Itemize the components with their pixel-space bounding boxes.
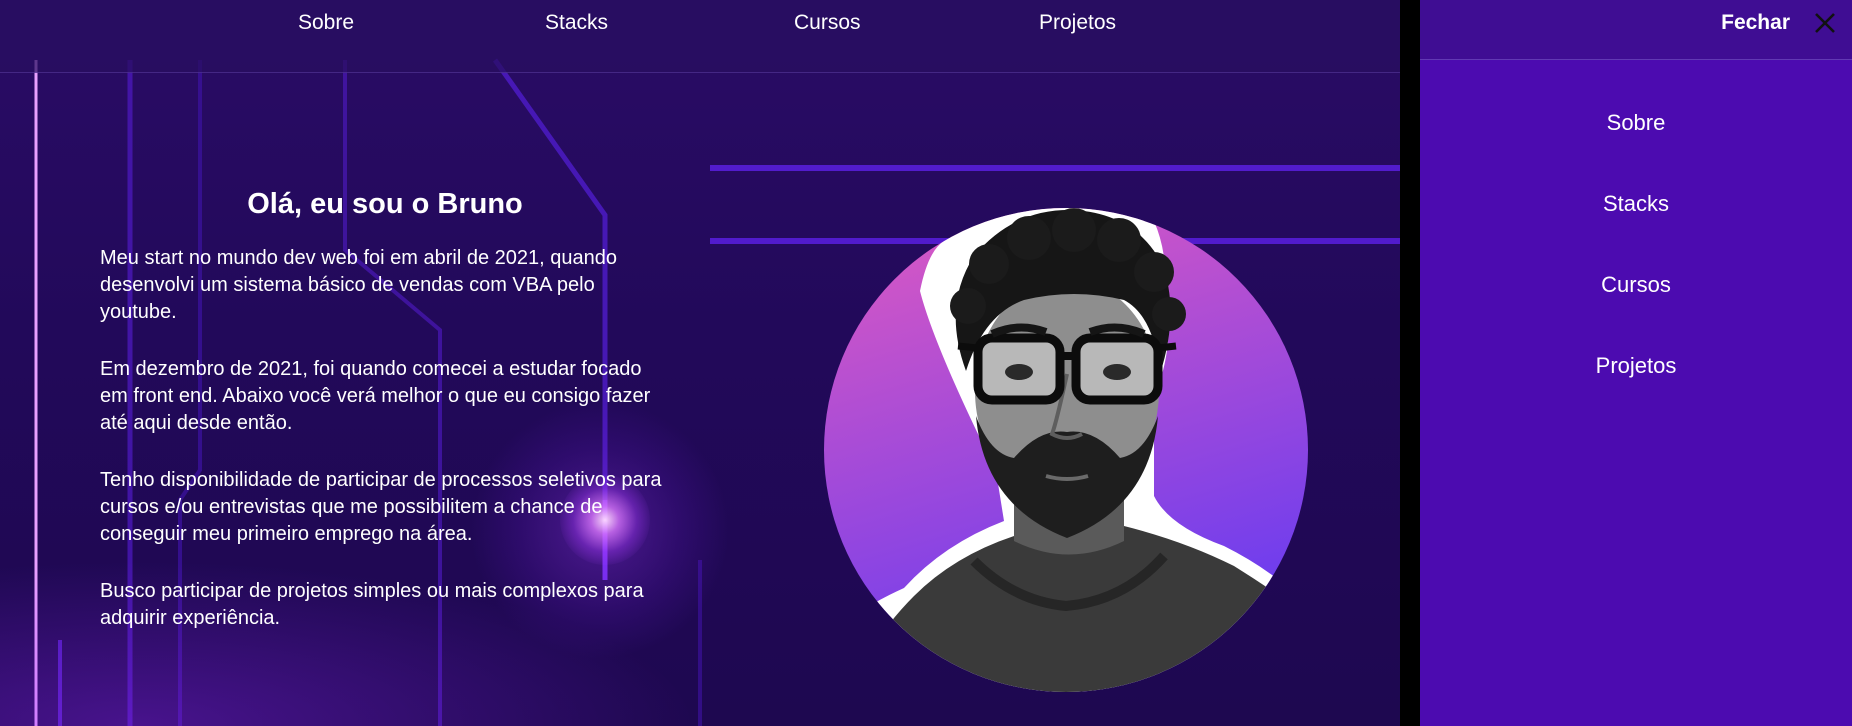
profile-photo (824, 196, 1308, 696)
close-icon[interactable] (1812, 10, 1838, 36)
side-menu-item-sobre[interactable]: Sobre (1420, 110, 1852, 136)
intro-section: Olá, eu sou o Bruno Meu start no mundo d… (100, 188, 680, 662)
nav-item-cursos[interactable]: Cursos (794, 11, 861, 35)
intro-paragraph-4: Busco participar de projetos simples ou … (100, 580, 644, 629)
side-menu-item-projetos[interactable]: Projetos (1420, 353, 1852, 379)
nav-item-stacks[interactable]: Stacks (545, 11, 608, 35)
avatar (824, 208, 1308, 692)
side-menu-header: Fechar (1420, 0, 1852, 60)
side-menu: Fechar Sobre Stacks Cursos Projetos (1420, 0, 1852, 726)
gutter (1400, 0, 1420, 726)
side-menu-item-cursos[interactable]: Cursos (1420, 272, 1852, 298)
side-menu-item-stacks[interactable]: Stacks (1420, 191, 1852, 217)
main-page: Sobre Stacks Cursos Projetos Olá, eu sou… (0, 0, 1400, 726)
top-navigation: Sobre Stacks Cursos Projetos (0, 0, 1400, 73)
intro-paragraph-2: Em dezembro de 2021, foi quando comecei … (100, 358, 651, 434)
intro-paragraph-1: Meu start no mundo dev web foi em abril … (100, 247, 617, 323)
nav-item-sobre[interactable]: Sobre (298, 11, 354, 35)
page-title: Olá, eu sou o Bruno (247, 188, 523, 220)
close-label[interactable]: Fechar (1721, 11, 1790, 35)
intro-paragraph-3: Tenho disponibilidade de participar de p… (100, 469, 662, 545)
nav-item-projetos[interactable]: Projetos (1039, 11, 1116, 35)
